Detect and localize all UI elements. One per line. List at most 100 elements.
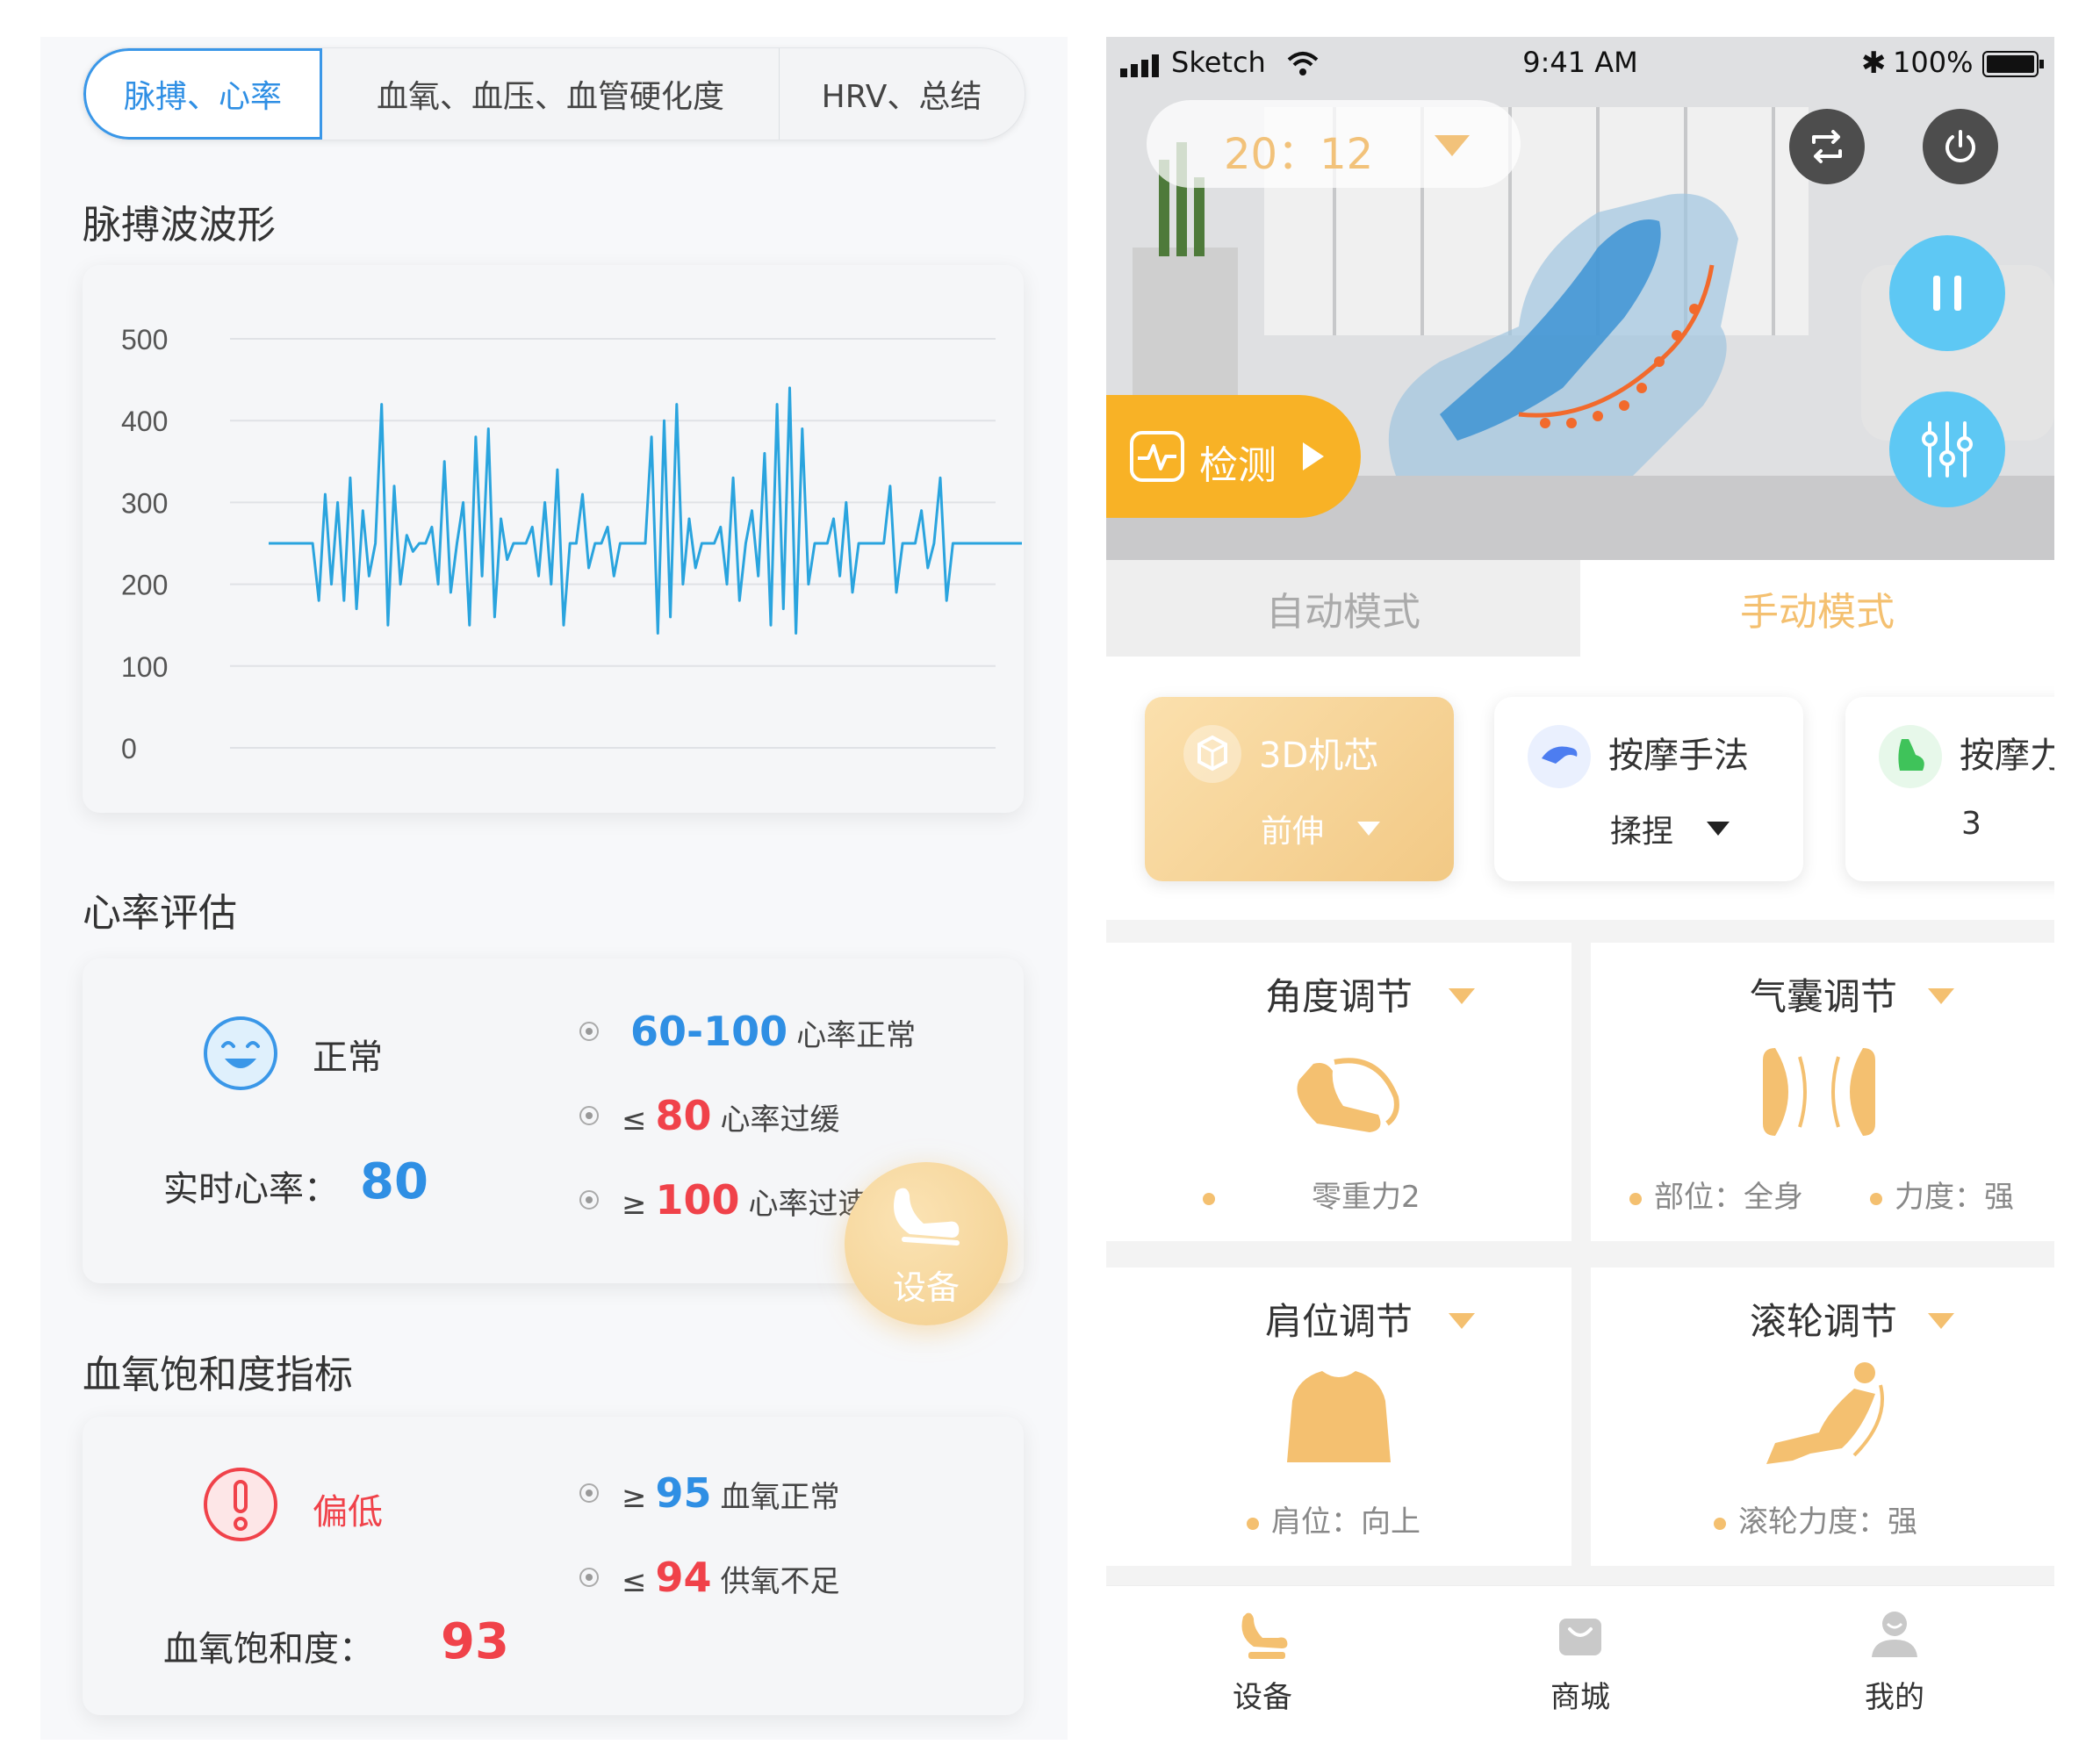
feature-value: 3 [1961, 806, 1981, 842]
adjust-roller[interactable]: 滚轮调节 滚轮力度：强 [1591, 1267, 2054, 1566]
feature-value: 前伸 [1261, 814, 1325, 850]
chevron-down-icon [1435, 135, 1470, 156]
spo2-rule-normal: ≥95 血氧正常 [622, 1469, 840, 1517]
pause-button[interactable] [1889, 235, 2005, 351]
feature-title: 按摩力度 [1960, 736, 2054, 776]
smile-icon [204, 1016, 277, 1090]
tab-oxygen-pressure[interactable]: 血氧、血压、血管硬化度 [322, 48, 780, 140]
chevron-down-icon [1449, 988, 1475, 1004]
adjust-info: 滚轮力度：强 [1738, 1504, 1917, 1540]
hr-rule-normal: 60-100 心率正常 [630, 1008, 917, 1055]
shoulder-icon [1287, 1371, 1391, 1462]
hr-rule-fast: ≥100 心率过速 [622, 1176, 868, 1224]
spo2-value: 93 [441, 1613, 509, 1670]
massage-chair-control-panel: Sketch 9:41 AM ✱ 100% 20：12 检测 自动模式 手动模式… [1106, 37, 2054, 1740]
detect-label: 检测 [1199, 443, 1277, 488]
swap-icon [1812, 130, 1842, 163]
rule-bullet [579, 1190, 599, 1210]
tab-hrv-summary[interactable]: HRV、总结 [779, 48, 1025, 140]
roller-icon [1766, 1362, 1884, 1464]
muscle-icon [1879, 725, 1942, 788]
adjust-title: 角度调节 [1264, 975, 1413, 1018]
device-fab-label: 设备 [892, 1268, 960, 1307]
feature-massage-strength[interactable]: 按摩力度 3 [1845, 697, 2054, 881]
chair-icon [894, 1188, 960, 1246]
spo2-label: 血氧饱和度： [163, 1629, 374, 1669]
adjust-info: 力度：强 [1895, 1180, 2014, 1215]
feature-title: 按摩手法 [1608, 736, 1749, 776]
timer-selector[interactable]: 20：12 [1147, 100, 1521, 188]
waveform-line [269, 386, 1022, 635]
adjust-shoulder[interactable]: 肩位调节 肩位：向上 [1106, 1267, 1571, 1566]
waveform-title: 脉搏波波形 [83, 203, 276, 248]
device-fab[interactable]: 设备 [845, 1162, 1008, 1325]
section-divider [1106, 920, 2054, 943]
hand-icon [1528, 725, 1591, 788]
pause-icon [1933, 276, 1961, 311]
hr-status: 正常 [313, 1037, 383, 1078]
rule-bullet [579, 1568, 599, 1587]
switch-button[interactable] [1789, 109, 1865, 184]
power-button[interactable] [1923, 109, 1998, 184]
tab-auto-mode[interactable]: 自动模式 [1106, 560, 1580, 657]
chevron-down-icon [1707, 822, 1730, 836]
rule-bullet [579, 1022, 599, 1041]
timer-value: 20：12 [1224, 130, 1374, 179]
adjust-info: 部位：全身 [1654, 1180, 1803, 1215]
spo2-status: 偏低 [313, 1492, 383, 1533]
tab-pulse-heartrate[interactable]: 脉搏、心率 [83, 48, 322, 140]
nav-label: 我的 [1865, 1680, 1924, 1715]
tab-manual-mode[interactable]: 手动模式 [1580, 560, 2054, 657]
y-tick-label: 100 [121, 651, 168, 683]
adjust-title: 滚轮调节 [1749, 1300, 1897, 1343]
hr-title: 心率评估 [83, 891, 237, 936]
hero-banner: Sketch 9:41 AM ✱ 100% 20：12 检测 [1106, 37, 2054, 564]
waveform-card: 500 400 300 200 100 0 [83, 265, 1024, 813]
adjust-airbag[interactable]: 气囊调节 部位：全身 力度：强 [1591, 943, 2054, 1241]
sliders-icon [1922, 421, 1973, 477]
battery-icon [1982, 51, 2044, 77]
hr-live-label: 实时心率： [163, 1169, 339, 1210]
adjust-title: 肩位调节 [1264, 1300, 1413, 1343]
feature-massage-technique[interactable]: 按摩手法 揉捏 [1494, 697, 1803, 881]
detect-button[interactable]: 检测 [1106, 395, 1361, 518]
adjust-angle[interactable]: 角度调节 零重力2 [1106, 943, 1571, 1241]
chevron-down-icon [1449, 1313, 1475, 1329]
rule-bullet [579, 1106, 599, 1125]
hr-rule-slow: ≤80 心率过缓 [622, 1092, 840, 1139]
y-tick-label: 300 [121, 487, 168, 519]
rule-bullet [579, 1483, 599, 1503]
chevron-down-icon [1928, 988, 1954, 1004]
adjust-info: 零重力2 [1312, 1180, 1420, 1215]
spo2-rule-low: ≤94 供氧不足 [622, 1554, 840, 1601]
adjust-info: 肩位：向上 [1271, 1504, 1420, 1540]
user-icon [1872, 1612, 1917, 1657]
bag-icon [1559, 1619, 1601, 1655]
airbag-icon [1763, 1048, 1875, 1136]
mode-tabs: 自动模式 手动模式 [1106, 560, 2054, 657]
play-arrow-icon [1303, 442, 1324, 470]
spo2-card: 偏低 血氧饱和度： 93 ≥95 血氧正常 ≤94 供氧不足 [83, 1417, 1024, 1715]
chair-icon [1241, 1612, 1288, 1659]
feature-value: 揉捏 [1610, 814, 1674, 850]
spo2-title: 血氧饱和度指标 [83, 1353, 353, 1397]
adjust-title: 气囊调节 [1749, 975, 1897, 1018]
nav-label: 商城 [1550, 1680, 1610, 1715]
hr-live-value: 80 [360, 1153, 428, 1210]
recline-angle-icon [1297, 1058, 1399, 1132]
exclamation-icon [204, 1468, 277, 1541]
y-tick-label: 500 [121, 324, 168, 355]
report-segment-tabs: 脉搏、心率 血氧、血压、血管硬化度 HRV、总结 [83, 47, 1025, 140]
pulse-waveform-chart: 500 400 300 200 100 0 [121, 324, 1022, 765]
settings-sliders-button[interactable] [1889, 391, 2005, 507]
chevron-down-icon [1357, 822, 1380, 836]
nav-label: 设备 [1233, 1680, 1292, 1715]
power-icon [1945, 130, 1975, 162]
feature-3d-core[interactable]: 3D机芯 前伸 [1145, 697, 1454, 881]
battery-percent: 100% [1893, 46, 1974, 79]
3d-cube-icon [1183, 725, 1241, 783]
y-tick-label: 400 [121, 406, 168, 437]
health-report-panel: 脉搏、心率 血氧、血压、血管硬化度 HRV、总结 脉搏波波形 500 400 300… [40, 37, 1068, 1740]
feature-title: 3D机芯 [1259, 736, 1379, 776]
y-tick-label: 0 [121, 733, 137, 765]
